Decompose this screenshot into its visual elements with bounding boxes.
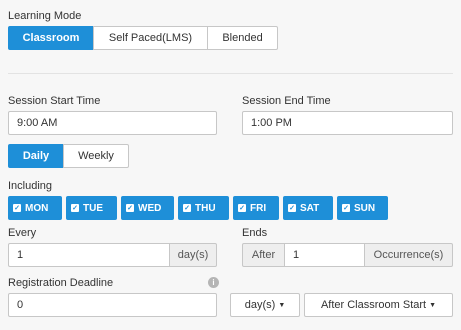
info-icon[interactable]: i [208,277,219,288]
registration-deadline-input[interactable]: 0 [8,293,217,317]
session-start-input[interactable]: 9:00 AM [8,111,217,135]
day-toggle-fri[interactable]: ✓ FRI [233,196,279,220]
section-divider [8,73,453,74]
chevron-down-icon: ▼ [429,301,437,309]
day-label: WED [138,202,162,214]
session-end-input[interactable]: 1:00 PM [242,111,453,135]
including-label: Including [8,180,53,192]
checkbox-checked-icon: ✓ [126,204,134,212]
frequency-daily-button[interactable]: Daily [8,144,64,168]
every-input[interactable]: 1 [8,243,170,267]
checkbox-checked-icon: ✓ [238,204,246,212]
deadline-relative-dropdown[interactable]: After Classroom Start ▼ [304,293,453,317]
checkbox-checked-icon: ✓ [183,204,191,212]
ends-label: Ends [242,227,268,239]
day-label: FRI [250,202,267,214]
learning-mode-toggle: Classroom Self Paced(LMS) Blended [8,26,278,50]
day-label: SUN [354,202,376,214]
every-label: Every [8,227,37,239]
learning-mode-self-paced-button[interactable]: Self Paced(LMS) [93,26,208,50]
checkbox-checked-icon: ✓ [71,204,79,212]
checkbox-checked-icon: ✓ [13,204,21,212]
day-label: TUE [83,202,103,214]
checkbox-checked-icon: ✓ [342,204,350,212]
day-label: SAT [300,202,320,214]
checkbox-checked-icon: ✓ [288,204,296,212]
day-label: THU [195,202,216,214]
day-toggle-wed[interactable]: ✓ WED [121,196,174,220]
day-toggle-sat[interactable]: ✓ SAT [283,196,333,220]
ends-occurrences-input[interactable]: 1 [284,243,365,267]
deadline-unit-dropdown[interactable]: day(s) ▼ [230,293,300,317]
learning-mode-label: Learning Mode [8,10,82,22]
deadline-relative-value: After Classroom Start [320,299,427,311]
day-toggle-thu[interactable]: ✓ THU [178,196,229,220]
registration-deadline-label: Registration Deadline [8,277,114,289]
session-end-label: Session End Time [242,95,331,107]
day-label: MON [25,202,49,214]
every-unit-addon: day(s) [169,243,217,267]
frequency-toggle: Daily Weekly [8,144,129,168]
learning-mode-blended-button[interactable]: Blended [207,26,278,50]
deadline-unit-value: day(s) [244,299,276,311]
day-toggle-sun[interactable]: ✓ SUN [337,196,388,220]
chevron-down-icon: ▼ [278,301,286,309]
day-toggle-tue[interactable]: ✓ TUE [66,196,117,220]
session-start-label: Session Start Time [8,95,101,107]
frequency-weekly-button[interactable]: Weekly [63,144,129,168]
ends-after-addon: After [242,243,285,267]
learning-mode-classroom-button[interactable]: Classroom [8,26,94,50]
day-toggle-mon[interactable]: ✓ MON [8,196,62,220]
ends-unit-addon: Occurrence(s) [364,243,453,267]
